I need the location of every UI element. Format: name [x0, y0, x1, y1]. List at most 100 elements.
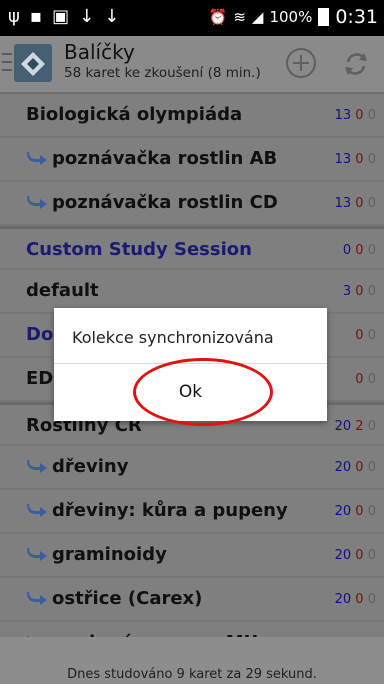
review-count: 0 [367, 419, 376, 434]
new-count: 20 [334, 592, 352, 607]
add-icon[interactable] [286, 48, 316, 78]
deck-name: dřeviny [26, 456, 128, 477]
learn-count: 2 [355, 419, 364, 434]
new-count: 13 [334, 108, 352, 123]
learn-count: 0 [355, 284, 364, 299]
deck-counts: 0 0 [355, 372, 376, 387]
app-title: Balíčky [64, 40, 135, 64]
new-count: 13 [334, 152, 352, 167]
new-count: 3 [342, 284, 352, 299]
review-count: 0 [367, 328, 376, 343]
sd-card-icon: ▪ [29, 6, 43, 27]
usb-icon: ψ [8, 6, 20, 27]
learn-count: 0 [355, 108, 364, 123]
new-count: 0 [342, 243, 352, 258]
deck-label: ostřice (Carex) [52, 588, 203, 609]
subdeck-arrow-icon [26, 458, 48, 473]
deck-name: poznávačka rostlin CD [26, 192, 278, 213]
deck-row[interactable]: poznávačka rostlin AB 13 0 0 [0, 138, 384, 182]
deck-row[interactable]: Biologická olympiáda 13 0 0 [0, 94, 384, 138]
deck-label: graminoidy [52, 544, 167, 565]
deck-row[interactable]: graminoidy 20 0 0 [0, 534, 384, 578]
deck-row[interactable]: ostřice (Carex) 20 0 0 [0, 578, 384, 622]
subdeck-arrow-icon [26, 502, 48, 517]
deck-label: poznávačka rostlin AB [52, 148, 278, 169]
new-count: 13 [334, 196, 352, 211]
review-count: 0 [367, 460, 376, 475]
sync-icon[interactable] [340, 48, 372, 80]
battery-icon [318, 8, 330, 26]
deck-counts: 20 2 0 [335, 419, 376, 434]
review-count: 0 [367, 548, 376, 563]
deck-name: graminoidy [26, 544, 167, 565]
alarm-icon: ⏰ [208, 8, 228, 26]
learn-count: 0 [355, 196, 364, 211]
deck-row[interactable]: dřeviny 20 0 0 [0, 446, 384, 490]
review-count: 0 [367, 284, 376, 299]
deck-label: Custom Study Session [26, 239, 252, 260]
status-bar: ψ ▪ ▣ ↓ ↓ ⏰ ≋ ◢ 100% 0:31 [0, 0, 384, 36]
review-count: 0 [367, 152, 376, 167]
subdeck-arrow-icon [26, 194, 48, 209]
deck-counts: 20 0 0 [335, 548, 376, 563]
learn-count: 0 [355, 548, 364, 563]
deck-counts: 0 0 0 [343, 243, 376, 258]
learn-count: 0 [355, 592, 364, 607]
review-count: 0 [367, 372, 376, 387]
deck-label: dřeviny [52, 456, 129, 477]
deck-name: default [26, 280, 99, 301]
drawer-icon[interactable] [2, 53, 12, 71]
download-icon: ↓ [79, 6, 95, 27]
deck-counts: 13 0 0 [335, 152, 376, 167]
battery-percent: 100% [269, 8, 313, 26]
action-bar: Balíčky 58 karet ke zkoušení (8 min.) [0, 36, 384, 94]
learn-count: 0 [355, 152, 364, 167]
review-count: 0 [367, 504, 376, 519]
clock: 0:31 [335, 6, 378, 28]
learn-count: 0 [355, 460, 364, 475]
signal-icon: ◢ [251, 8, 264, 26]
review-count: 0 [367, 108, 376, 123]
deck-label: default [26, 280, 99, 301]
review-count: 0 [367, 243, 376, 258]
deck-counts: 3 0 0 [343, 284, 376, 299]
review-count: 0 [367, 592, 376, 607]
deck-name: ostřice (Carex) [26, 588, 202, 609]
deck-counts: 20 0 0 [335, 460, 376, 475]
review-count: 0 [367, 196, 376, 211]
deck-label: Biologická olympiáda [26, 104, 243, 125]
dialog-message: Kolekce synchronizována [72, 328, 274, 347]
deck-counts: 13 0 0 [335, 108, 376, 123]
download-icon: ↓ [104, 6, 120, 27]
subdeck-arrow-icon [26, 546, 48, 561]
deck-row[interactable]: Custom Study Session 0 0 0 [0, 226, 384, 270]
new-count: 20 [334, 460, 352, 475]
subdeck-arrow-icon [26, 590, 48, 605]
deck-name: dřeviny: kůra a pupeny [26, 500, 288, 521]
deck-counts: 20 0 0 [335, 592, 376, 607]
footer: Dnes studováno 9 karet za 29 sekund. [0, 637, 384, 684]
learn-count: 0 [355, 243, 364, 258]
deck-counts: 20 0 0 [335, 504, 376, 519]
wifi-icon: ≋ [233, 8, 246, 26]
new-count: 20 [334, 504, 352, 519]
deck-name: Custom Study Session [26, 239, 252, 260]
learn-count: 0 [355, 328, 364, 343]
deck-counts: 0 0 [355, 328, 376, 343]
image-icon: ▣ [52, 6, 70, 27]
study-summary: Dnes studováno 9 karet za 29 sekund. [67, 667, 317, 682]
deck-name: poznávačka rostlin AB [26, 148, 277, 169]
subdeck-arrow-icon [26, 150, 48, 165]
deck-label: dřeviny: kůra a pupeny [52, 500, 288, 521]
new-count: 20 [334, 419, 352, 434]
highlight-circle [133, 358, 273, 426]
learn-count: 0 [355, 372, 364, 387]
deck-label: poznávačka rostlin CD [52, 192, 278, 213]
deck-row[interactable]: poznávačka rostlin CD 13 0 0 [0, 182, 384, 226]
due-summary: 58 karet ke zkoušení (8 min.) [64, 65, 261, 81]
new-count: 20 [334, 548, 352, 563]
deck-row[interactable]: dřeviny: kůra a pupeny 20 0 0 [0, 490, 384, 534]
deck-name: Biologická olympiáda [26, 104, 242, 125]
learn-count: 0 [355, 504, 364, 519]
app-logo-icon[interactable] [14, 44, 52, 82]
